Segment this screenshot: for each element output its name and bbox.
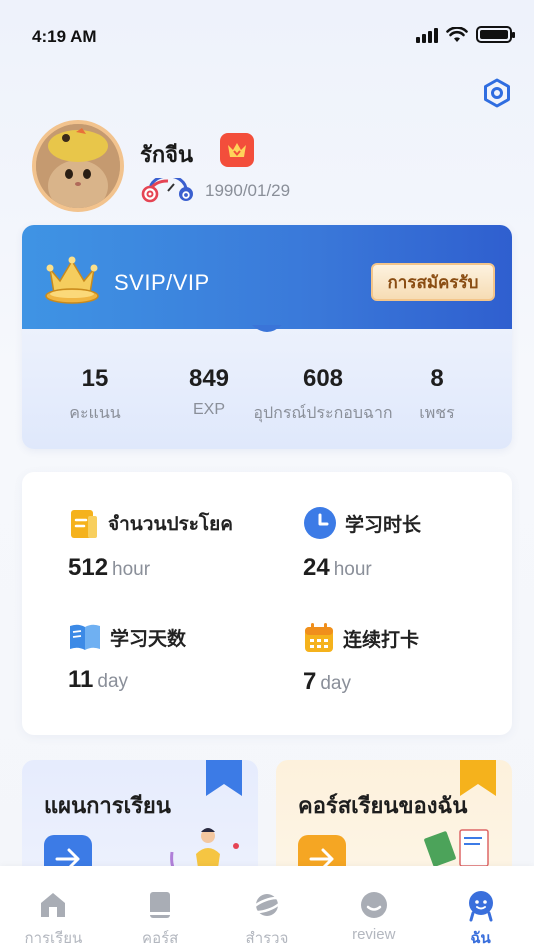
metric-value: 24	[303, 554, 330, 581]
planet-icon	[251, 894, 283, 916]
status-bar: 4:19 AM	[0, 0, 534, 70]
metric-unit: day	[320, 673, 351, 694]
bookmark-icon	[206, 760, 242, 796]
vip-label: SVIP/VIP	[114, 270, 210, 295]
vip-crown-badge	[220, 133, 254, 167]
battery-icon	[476, 26, 515, 43]
tab-review[interactable]: review	[321, 890, 427, 950]
study-stats-card: จำนวนประโยค 512 hour 学习时长 24 hour 学习天数 11 d…	[22, 472, 512, 735]
metric-unit: day	[97, 671, 129, 692]
book-icon	[150, 892, 171, 918]
crown-icon	[228, 143, 246, 157]
tab-courses[interactable]: คอร์ส	[107, 890, 213, 950]
book-icon	[70, 624, 100, 650]
signal-icon	[416, 27, 438, 43]
metric-title: 学习天数	[110, 628, 187, 650]
metric-unit: hour	[333, 559, 372, 580]
tab-learning[interactable]: การเรียน	[0, 890, 106, 950]
vip-card: SVIP/VIP การสมัครรับ 15 คะแนน 849 EXP 60…	[22, 225, 512, 449]
username: รักจีน	[140, 142, 194, 167]
status-time: 4:19 AM	[32, 27, 97, 46]
settings-button[interactable]	[480, 76, 514, 110]
clock-icon	[304, 507, 336, 539]
metric-checkin-streak: 连续打卡 7 day	[303, 622, 419, 696]
tab-me[interactable]: ฉัน	[428, 890, 534, 950]
metric-value: 11	[68, 666, 94, 693]
bottom-tab-bar: การเรียน คอร์ส สำรวจ review ฉัน	[0, 866, 534, 950]
avatar[interactable]	[32, 120, 124, 212]
subscribe-button[interactable]: การสมัครรับ	[371, 263, 495, 301]
vip-crown-icon	[45, 256, 99, 304]
metric-study-time: 学习时长 24 hour	[303, 506, 421, 582]
gender-icon	[141, 178, 193, 203]
chat-icon	[360, 892, 387, 918]
metric-title: จำนวนประโยค	[108, 514, 233, 535]
metric-value: 7	[303, 668, 317, 695]
vip-banner-notch	[22, 325, 512, 332]
stat-diamonds[interactable]: 8 เพชร	[377, 365, 497, 426]
calendar-icon	[305, 623, 333, 652]
metric-unit: hour	[112, 559, 151, 580]
metric-study-days: 学习天数 11 day	[68, 622, 186, 694]
tab-label: ฉัน	[470, 930, 491, 947]
home-icon	[41, 893, 66, 917]
tab-label: การเรียน	[24, 930, 83, 947]
metric-sentences: จำนวนประโยค 512 hour	[68, 508, 233, 582]
document-icon	[71, 510, 97, 538]
metric-value: 512	[68, 554, 109, 581]
tab-label: สำรวจ	[245, 930, 289, 947]
settings-hexagon-icon	[484, 78, 510, 108]
stat-value: 8	[430, 365, 444, 392]
cat-avatar-icon	[36, 124, 120, 208]
status-icons	[416, 26, 515, 43]
tab-explore[interactable]: สำรวจ	[214, 890, 320, 950]
stat-label: เพชร	[419, 405, 455, 422]
stat-points[interactable]: 15 คะแนน	[35, 365, 155, 426]
bookmark-icon	[460, 760, 496, 796]
my-courses-title: คอร์สเรียนของฉัน	[298, 793, 468, 818]
metric-title: 连续打卡	[343, 629, 420, 651]
birthday: 1990/01/29	[205, 181, 291, 200]
metric-title: 学习时长	[345, 514, 422, 536]
tab-label: review	[352, 926, 396, 943]
stat-label: คะแนน	[69, 405, 121, 422]
wifi-icon	[446, 26, 468, 42]
tab-label: คอร์ส	[142, 930, 179, 947]
study-plan-title: แผนการเรียน	[44, 793, 171, 818]
stat-value: 15	[81, 365, 109, 392]
profile-icon	[468, 891, 493, 922]
